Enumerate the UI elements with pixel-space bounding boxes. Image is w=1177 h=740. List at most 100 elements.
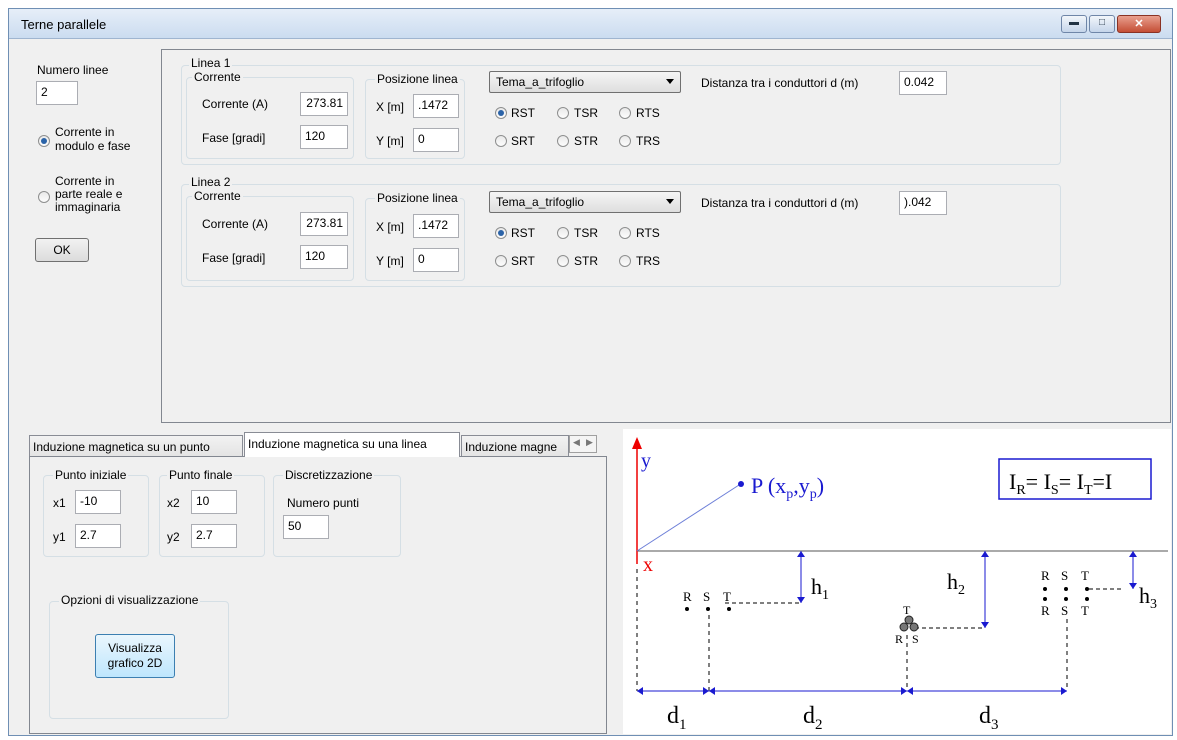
cond1-r: R bbox=[683, 589, 692, 604]
line2-radio-tsr[interactable] bbox=[557, 227, 569, 239]
line1-position-group-label: Posizione linea bbox=[375, 72, 460, 86]
line2-y-input[interactable]: 0 bbox=[413, 248, 459, 272]
line1-current-input[interactable]: 273.81 bbox=[300, 92, 348, 116]
line1-y-label: Y [m] bbox=[376, 134, 404, 148]
cond3-dot bbox=[1043, 587, 1047, 591]
line1-radio-trs-label: TRS bbox=[636, 134, 660, 148]
line1-current-label: Corrente (A) bbox=[202, 97, 269, 111]
y-axis-arrow bbox=[632, 437, 642, 449]
line1-radio-rts[interactable] bbox=[619, 107, 631, 119]
line2-config-value: Tema_a_trifoglio bbox=[496, 195, 585, 209]
radio-module-phase[interactable] bbox=[38, 135, 50, 147]
line2-radio-rts[interactable] bbox=[619, 227, 631, 239]
line2-distance-input[interactable]: ).042 bbox=[899, 191, 947, 215]
line2-radio-tsr-label: TSR bbox=[574, 226, 598, 240]
h2-label: h2 bbox=[947, 569, 965, 598]
button-line: grafico 2D bbox=[107, 656, 163, 670]
num-lines-input[interactable]: 2 bbox=[36, 81, 78, 105]
diagram-svg: y x P (xp,yp) IR= IS= IT=I h1 R S T h2 T… bbox=[632, 437, 1168, 733]
button-line: Visualizza bbox=[108, 641, 162, 655]
minimize-icon: ▬ bbox=[1069, 17, 1079, 28]
line1-radio-srt[interactable] bbox=[495, 135, 507, 147]
line1-phase-input[interactable]: 120 bbox=[300, 125, 348, 149]
minimize-button[interactable]: ▬ bbox=[1061, 15, 1087, 33]
line1-radio-rst-label: RST bbox=[511, 106, 535, 120]
x2-label: x2 bbox=[167, 496, 180, 510]
x1-input[interactable]: -10 bbox=[75, 490, 121, 514]
maximize-button[interactable]: □ bbox=[1089, 15, 1115, 33]
line1-phase-label: Fase [gradi] bbox=[202, 131, 266, 145]
line1-config-select[interactable]: Tema_a_trifoglio bbox=[489, 71, 681, 93]
line1-radio-rst[interactable] bbox=[495, 107, 507, 119]
line1-y-input[interactable]: 0 bbox=[413, 128, 459, 152]
line1-distance-input[interactable]: 0.042 bbox=[899, 71, 947, 95]
radio-real-imag[interactable] bbox=[38, 191, 50, 203]
y2-input[interactable]: 2.7 bbox=[191, 524, 237, 548]
tab-line[interactable]: Induzione magnetica su una linea bbox=[244, 432, 460, 457]
y1-label: y1 bbox=[53, 530, 66, 544]
line1-radio-rts-label: RTS bbox=[636, 106, 660, 120]
line2-radio-trs[interactable] bbox=[619, 255, 631, 267]
show-2d-chart-button[interactable]: Visualizza grafico 2D bbox=[95, 634, 175, 678]
radio-module-phase-label: Corrente in modulo e fase bbox=[55, 125, 130, 153]
cond2-t: T bbox=[903, 603, 911, 617]
label-line: immaginaria bbox=[55, 200, 121, 214]
line2-radio-rts-label: RTS bbox=[636, 226, 660, 240]
close-icon: ✕ bbox=[1134, 18, 1144, 30]
chevron-left-icon[interactable]: ◀ bbox=[573, 437, 580, 448]
line2-position-group-label: Posizione linea bbox=[375, 191, 460, 205]
cond1-r-dot bbox=[685, 607, 689, 611]
line2-x-label: X [m] bbox=[376, 220, 405, 234]
cond2-s-dot bbox=[909, 622, 919, 632]
maximize-icon: □ bbox=[1098, 17, 1106, 28]
end-point-label: Punto finale bbox=[167, 468, 235, 482]
chevron-right-icon[interactable]: ▶ bbox=[586, 437, 593, 448]
line2-radio-str[interactable] bbox=[557, 255, 569, 267]
current-equation: IR= IS= IT=I bbox=[1009, 469, 1112, 498]
line2-radio-str-label: STR bbox=[574, 254, 598, 268]
line1-radio-trs[interactable] bbox=[619, 135, 631, 147]
line2-config-select[interactable]: Tema_a_trifoglio bbox=[489, 191, 681, 213]
cond2-t-dot bbox=[904, 615, 914, 625]
cond3-dot bbox=[1085, 597, 1089, 601]
tab-other[interactable]: Induzione magne bbox=[461, 435, 569, 457]
num-points-input[interactable]: 50 bbox=[283, 515, 329, 539]
h3-label: h3 bbox=[1139, 583, 1157, 612]
num-points-label: Numero punti bbox=[287, 496, 360, 510]
d2-label: d2 bbox=[803, 703, 823, 733]
line2-title: Linea 2 bbox=[189, 175, 233, 189]
cond3-t: T bbox=[1081, 568, 1089, 583]
h1-label: h1 bbox=[811, 574, 829, 603]
num-lines-label: Numero linee bbox=[37, 63, 109, 77]
cond2-r-dot bbox=[899, 622, 909, 632]
cond3-r2: R bbox=[1041, 603, 1050, 618]
p-label: P (xp,yp) bbox=[751, 473, 824, 502]
cond1-t: T bbox=[723, 589, 731, 604]
line2-radio-srt-label: SRT bbox=[511, 254, 535, 268]
line1-config-value: Tema_a_trifoglio bbox=[496, 75, 585, 89]
x1-label: x1 bbox=[53, 496, 66, 510]
chevron-down-icon bbox=[666, 79, 674, 84]
line2-phase-input[interactable]: 120 bbox=[300, 245, 348, 269]
ok-button[interactable]: OK bbox=[35, 238, 89, 262]
geometry-diagram: y x P (xp,yp) IR= IS= IT=I h1 R S T h2 T… bbox=[623, 429, 1171, 734]
line2-radio-rst[interactable] bbox=[495, 227, 507, 239]
cond3-dot bbox=[1064, 597, 1068, 601]
line1-x-input[interactable]: ‪.1472 bbox=[413, 94, 459, 118]
close-button[interactable]: ✕ bbox=[1117, 15, 1161, 33]
line1-radio-str[interactable] bbox=[557, 135, 569, 147]
line1-radio-tsr[interactable] bbox=[557, 107, 569, 119]
line2-distance-label: Distanza tra i conduttori d (m) bbox=[701, 196, 859, 210]
tab-point[interactable]: Induzione magnetica su un punto bbox=[29, 435, 243, 457]
y1-input[interactable]: 2.7 bbox=[75, 524, 121, 548]
p-vector bbox=[636, 484, 740, 552]
display-options-label: Opzioni di visualizzazione bbox=[59, 593, 201, 607]
x2-input[interactable]: 10 bbox=[191, 490, 237, 514]
line2-x-input[interactable]: ‪.1472 bbox=[413, 214, 459, 238]
line2-current-input[interactable]: 273.81 bbox=[300, 212, 348, 236]
cond3-t2: T bbox=[1081, 603, 1089, 618]
line1-title: Linea 1 bbox=[189, 56, 233, 70]
cond2-r: R bbox=[895, 632, 903, 646]
cond1-s-dot bbox=[706, 607, 710, 611]
line2-radio-srt[interactable] bbox=[495, 255, 507, 267]
